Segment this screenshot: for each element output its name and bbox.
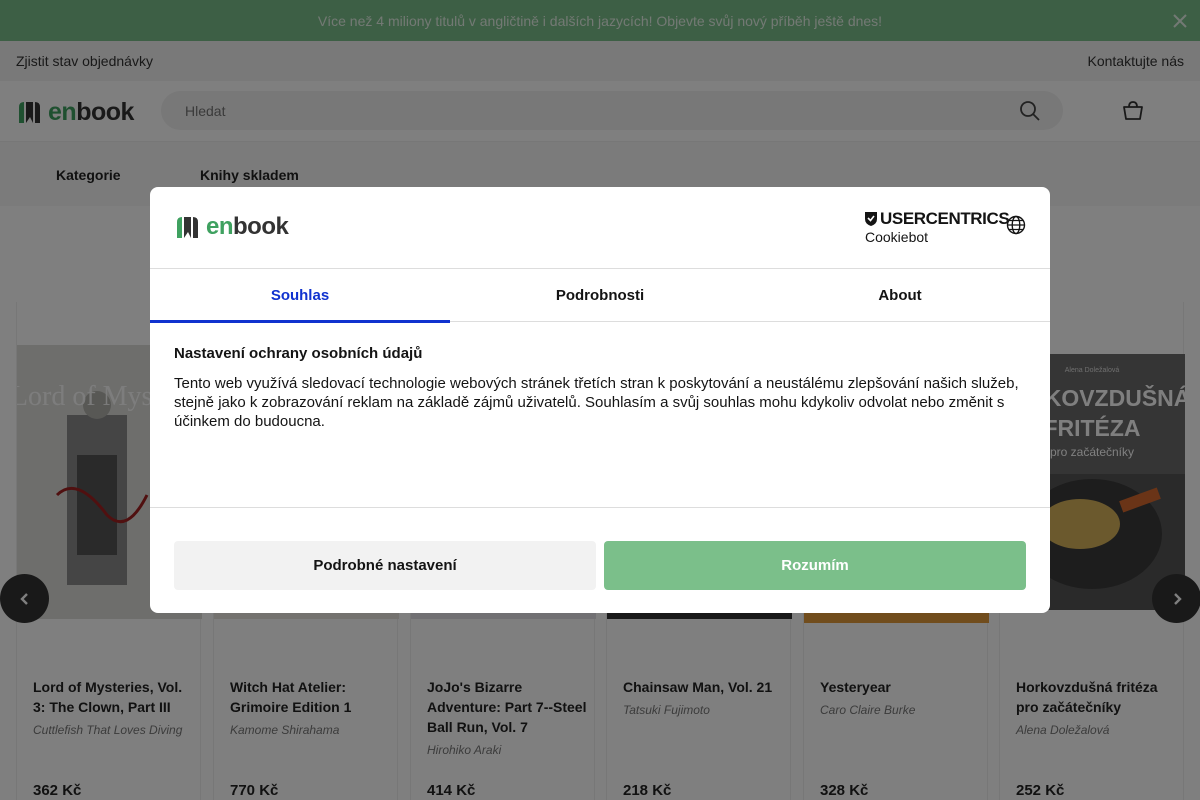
brand-name: USERCENTRICS xyxy=(880,209,1010,228)
dialog-logo: enbook xyxy=(174,213,289,241)
dialog-header: enbook USERCENTRICS Cookiebot xyxy=(150,187,1050,269)
logo-text: enbook xyxy=(206,213,289,240)
dialog-tabs: Souhlas Podrobnosti About xyxy=(150,269,1050,323)
brand-product: Cookiebot xyxy=(865,229,929,245)
tab-about[interactable]: About xyxy=(750,269,1050,322)
cookie-consent-dialog: enbook USERCENTRICS Cookiebot Souhlas Po… xyxy=(150,187,1050,613)
dialog-heading: Nastavení ochrany osobních údajů xyxy=(174,345,423,362)
tab-consent[interactable]: Souhlas xyxy=(150,269,450,323)
tab-details[interactable]: Podrobnosti xyxy=(450,269,750,322)
detailed-settings-button[interactable]: Podrobné nastavení xyxy=(174,541,596,590)
dialog-text: Tento web využívá sledovací technologie … xyxy=(174,375,1019,430)
dialog-body: Nastavení ochrany osobních údajů Tento w… xyxy=(174,345,1026,431)
globe-icon[interactable] xyxy=(1006,215,1026,235)
accept-button[interactable]: Rozumím xyxy=(604,541,1026,590)
logo-mark-icon xyxy=(177,217,198,238)
usercentrics-brand[interactable]: USERCENTRICS Cookiebot xyxy=(864,209,1010,245)
dialog-footer: Podrobné nastavení Rozumím xyxy=(150,507,1050,613)
shield-icon xyxy=(865,212,877,226)
